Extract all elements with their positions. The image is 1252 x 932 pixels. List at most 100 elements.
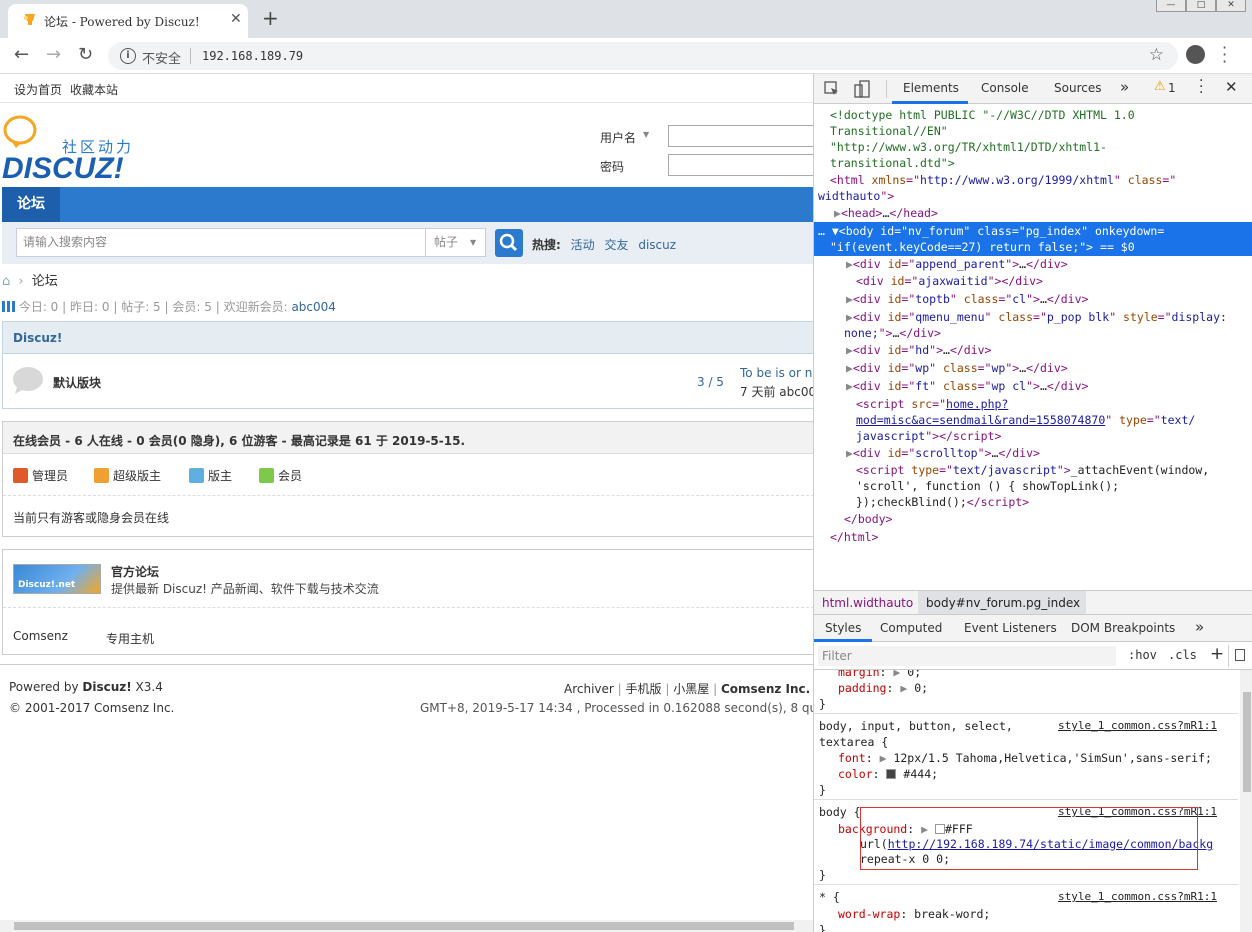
password-input[interactable] bbox=[668, 154, 813, 176]
subtab-styles[interactable]: Styles bbox=[825, 621, 861, 635]
tree-node[interactable]: <div id="ajaxwaitid"></div> bbox=[856, 273, 1043, 289]
tree-node[interactable]: ▶<div id="hd">…</div> bbox=[846, 342, 991, 358]
tree-node[interactable]: ▶<div id="ft" class="wp cl">…</div> bbox=[846, 378, 1088, 394]
url-text[interactable]: 192.168.189.79 bbox=[202, 49, 303, 63]
new-rule-icon[interactable]: + bbox=[1210, 644, 1224, 664]
hov-toggle[interactable]: :hov bbox=[1128, 648, 1157, 662]
toggle-sidebar-icon[interactable] bbox=[1235, 649, 1245, 661]
mobile-link[interactable]: 手机版 bbox=[626, 682, 662, 696]
tree-node[interactable]: <script type="text/javascript">_attachEv… bbox=[856, 462, 1209, 478]
crumb-html[interactable]: html.widthauto bbox=[822, 596, 913, 610]
info-icon[interactable]: i bbox=[120, 48, 136, 64]
style-decl[interactable]: font: ▶ 12px/1.5 Tahoma,Helvetica,'SimSu… bbox=[838, 750, 1212, 766]
subtab-event-listeners[interactable]: Event Listeners bbox=[964, 621, 1057, 635]
browser-tab[interactable]: 论坛 - Powered by Discuz! ✕ bbox=[8, 4, 248, 38]
style-selector[interactable]: * { bbox=[819, 889, 840, 905]
tab-console[interactable]: Console bbox=[981, 81, 1029, 95]
style-decl[interactable]: margin: ▶ 0; bbox=[838, 670, 921, 680]
tree-node[interactable]: </html> bbox=[830, 529, 878, 545]
tree-node[interactable]: ▶<div id="scrolltop">…</div> bbox=[846, 445, 1040, 461]
forum-name[interactable]: 默认版块 bbox=[53, 374, 101, 391]
profile-avatar-icon[interactable] bbox=[1186, 45, 1205, 64]
subtab-computed[interactable]: Computed bbox=[880, 621, 942, 635]
doctype-line[interactable]: <!doctype html PUBLIC "-//W3C//DTD XHTML… bbox=[830, 107, 1135, 123]
back-icon[interactable]: ← bbox=[14, 44, 29, 65]
style-selector[interactable]: body { bbox=[819, 804, 861, 820]
address-bar[interactable]: i 不安全 192.168.189.79 ☆ bbox=[108, 42, 1178, 70]
forward-icon[interactable]: → bbox=[46, 44, 61, 65]
tree-node[interactable]: ▶<div id="qmenu_menu" class="p_pop blk" … bbox=[846, 309, 1227, 325]
styles-filter-input[interactable]: Filter bbox=[818, 646, 1116, 666]
last-post-title[interactable]: To be is or no bbox=[740, 366, 813, 380]
head-node[interactable]: ▶<head>…</head> bbox=[834, 205, 938, 221]
tree-node[interactable]: <script src="home.php? bbox=[856, 396, 1008, 412]
tab-sources[interactable]: Sources bbox=[1054, 81, 1101, 95]
doctype-line[interactable]: transitional.dtd"> bbox=[830, 155, 955, 171]
hot-link[interactable]: 交友 bbox=[604, 238, 628, 252]
doctype-line[interactable]: "http://www.w3.org/TR/xhtml1/DTD/xhtml1- bbox=[830, 139, 1107, 155]
subtab-dom-breakpoints[interactable]: DOM Breakpoints bbox=[1071, 621, 1175, 635]
close-window-button[interactable]: ✕ bbox=[1216, 0, 1246, 12]
warning-icon[interactable]: ⚠ bbox=[1154, 79, 1166, 94]
tab-elements[interactable]: Elements bbox=[903, 81, 959, 95]
more-tabs-icon[interactable]: » bbox=[1120, 78, 1129, 96]
tree-node[interactable]: ▶<div id="wp" class="wp">…</div> bbox=[846, 360, 1068, 376]
nav-item-forum[interactable]: 论坛 bbox=[2, 187, 60, 222]
style-source-link[interactable]: style_1_common.css?mR1:1 bbox=[1058, 889, 1217, 905]
html-node[interactable]: <html xmlns="http://www.w3.org/1999/xhtm… bbox=[830, 172, 1176, 188]
forum-bubble-icon[interactable] bbox=[11, 365, 45, 395]
discuz-net-banner[interactable]: Discuz!.net bbox=[13, 564, 101, 594]
discuz-logo[interactable]: 社区动力 DISCUZ! bbox=[2, 114, 132, 185]
style-decl[interactable]: color: #444; bbox=[838, 766, 938, 782]
horizontal-scrollbar[interactable] bbox=[0, 920, 813, 932]
warning-count[interactable]: 1 bbox=[1168, 81, 1176, 95]
official-forum-link[interactable]: 官方论坛 bbox=[111, 563, 159, 580]
tree-node[interactable]: </body> bbox=[844, 511, 892, 527]
company-link[interactable]: Comsenz Inc. bbox=[721, 682, 810, 696]
style-decl[interactable]: word-wrap: break-word; bbox=[838, 906, 990, 922]
reload-icon[interactable]: ↻ bbox=[78, 44, 93, 65]
tree-node[interactable]: ▶<div id="toptb" class="cl">…</div> bbox=[846, 291, 1088, 307]
search-input[interactable]: 请输入搜索内容 bbox=[16, 228, 426, 257]
blackroom-link[interactable]: 小黑屋 bbox=[673, 682, 709, 696]
hot-link[interactable]: 活动 bbox=[571, 238, 595, 252]
scrollbar-thumb[interactable] bbox=[14, 922, 794, 930]
discuz-link[interactable]: Discuz! bbox=[82, 680, 131, 694]
scrollbar-thumb[interactable] bbox=[1243, 692, 1251, 792]
color-swatch[interactable] bbox=[886, 769, 897, 779]
online-header[interactable]: 在线会员 - 6 人在线 - 0 会员(0 隐身), 6 位游客 - 最高记录是… bbox=[3, 422, 813, 454]
style-source-link[interactable]: style_1_common.css?mR1:1 bbox=[1058, 718, 1217, 734]
inspect-element-icon[interactable] bbox=[824, 81, 840, 97]
more-subtabs-icon[interactable]: » bbox=[1195, 618, 1204, 636]
doctype-line[interactable]: Transitional//EN" bbox=[830, 123, 948, 139]
hot-link[interactable]: discuz bbox=[638, 238, 676, 252]
hosting-link[interactable]: 专用主机 bbox=[106, 630, 154, 647]
set-homepage-link[interactable]: 设为首页 bbox=[14, 81, 62, 98]
styles-scrollbar[interactable] bbox=[1240, 670, 1252, 932]
home-icon[interactable]: ⌂ bbox=[2, 274, 10, 289]
bookmark-site-link[interactable]: 收藏本站 bbox=[70, 81, 118, 98]
crumb-body[interactable]: body#nv_forum.pg_index bbox=[926, 596, 1080, 610]
minimize-button[interactable]: — bbox=[1156, 0, 1186, 12]
style-selector[interactable]: body, input, button, select, bbox=[819, 718, 1013, 734]
search-scope-select[interactable]: 帖子 ▼ bbox=[426, 228, 486, 257]
search-button[interactable] bbox=[495, 229, 523, 257]
device-toolbar-icon[interactable] bbox=[854, 80, 870, 98]
maximize-button[interactable]: □ bbox=[1186, 0, 1216, 12]
archiver-link[interactable]: Archiver bbox=[564, 682, 614, 696]
browser-menu-icon[interactable]: · · · bbox=[1222, 40, 1227, 70]
devtools-menu-icon[interactable]: · · · bbox=[1199, 74, 1203, 100]
tab-close-icon[interactable]: ✕ bbox=[230, 11, 242, 27]
tree-node[interactable]: ▶<div id="append_parent">…</div> bbox=[846, 256, 1068, 272]
cls-toggle[interactable]: .cls bbox=[1168, 648, 1197, 662]
comsenz-link[interactable]: Comsenz bbox=[13, 629, 68, 643]
username-input[interactable] bbox=[668, 125, 813, 147]
bookmark-star-icon[interactable]: ☆ bbox=[1149, 45, 1164, 65]
close-devtools-icon[interactable]: ✕ bbox=[1225, 78, 1238, 96]
breadcrumb-current[interactable]: 论坛 bbox=[32, 274, 58, 289]
style-decl[interactable]: padding: ▶ 0; bbox=[838, 680, 928, 696]
chevron-down-icon[interactable]: ▼ bbox=[643, 130, 649, 139]
new-member-link[interactable]: abc004 bbox=[291, 300, 335, 314]
body-node[interactable]: … ▼<body id="nv_forum" class="pg_index" … bbox=[818, 223, 1164, 239]
new-tab-icon[interactable]: + bbox=[262, 6, 279, 30]
